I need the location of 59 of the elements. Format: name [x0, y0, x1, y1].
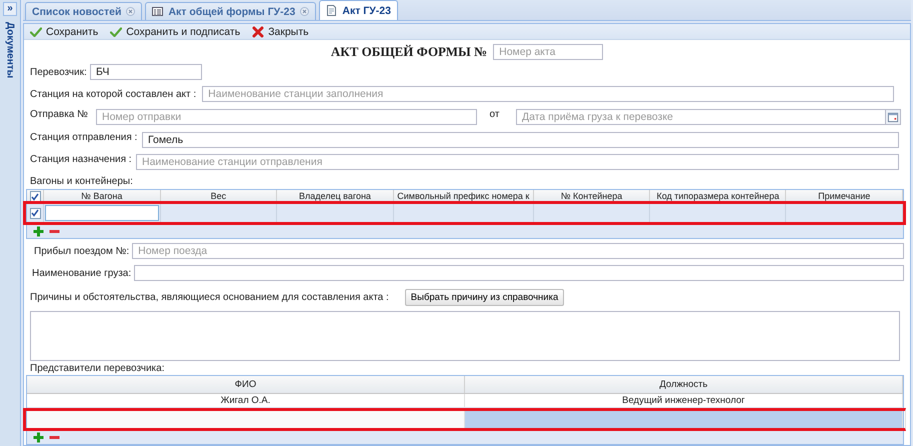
- tab[interactable]: Список новостей: [25, 2, 142, 20]
- table-row[interactable]: Жигал О.А. Ведущий инженер-технолог: [27, 394, 903, 407]
- input-field[interactable]: Наименование станции отправления: [136, 154, 899, 170]
- toolbar-button[interactable]: Закрыть: [250, 24, 311, 38]
- field-label: Станция отправления :: [30, 132, 138, 143]
- column-header[interactable]: Примечание: [786, 190, 903, 203]
- column-header[interactable]: № Вагона: [44, 190, 161, 203]
- close-icon: [252, 26, 264, 38]
- field-label: Отправка №: [30, 109, 89, 120]
- input-field[interactable]: Номер поезда: [132, 243, 904, 259]
- input-field[interactable]: Наименование станции заполнения: [202, 86, 894, 102]
- close-icon[interactable]: [300, 7, 310, 16]
- calendar-icon[interactable]: [886, 109, 901, 125]
- table-cell: Жигал О.А.: [220, 395, 270, 406]
- sidebar-title[interactable]: Документы: [4, 22, 16, 78]
- column-header[interactable]: Код типоразмера контейнера: [650, 190, 786, 203]
- field-label: Причины и обстоятельства, являющиеся основанием для составления акта :: [30, 292, 390, 303]
- tab-label: Список новостей: [32, 6, 122, 18]
- expand-button[interactable]: »: [3, 2, 17, 16]
- column-header[interactable]: Владелец вагона: [277, 190, 394, 203]
- toolbar-button[interactable]: Сохранить: [28, 24, 100, 38]
- tab-label: Акт ГУ-23: [342, 4, 391, 16]
- form-title: АКТ ОБЩЕЙ ФОРМЫ №: [330, 44, 488, 60]
- field-label: Прибыл поездом №:: [34, 246, 130, 256]
- column-header[interactable]: Должность: [465, 376, 903, 393]
- tab[interactable]: Акт общей формы ГУ-23: [145, 2, 316, 20]
- section-label: Представители перевозчика:: [30, 363, 166, 374]
- add-icon[interactable]: [33, 431, 44, 442]
- field-label: от: [488, 109, 500, 120]
- input-field[interactable]: БЧ: [90, 64, 202, 80]
- column-header[interactable]: Вес: [160, 190, 278, 203]
- input-field[interactable]: Номер акта: [493, 44, 604, 60]
- input-field[interactable]: Гомель: [142, 132, 899, 148]
- field-label: Перевозчик:: [30, 66, 88, 78]
- close-icon[interactable]: [126, 7, 136, 16]
- tab[interactable]: Акт ГУ-23: [319, 0, 398, 20]
- column-header[interactable]: № Контейнера: [534, 190, 650, 203]
- check-icon: [110, 26, 122, 36]
- checkbox[interactable]: [30, 208, 40, 218]
- check-icon: [30, 26, 42, 36]
- input-field[interactable]: Дата приёма груза к перевозке: [516, 109, 886, 125]
- section-label: Вагоны и контейнеры:: [30, 176, 134, 187]
- add-icon[interactable]: [33, 225, 44, 236]
- column-header[interactable]: Символьный префикс номера к: [394, 190, 534, 203]
- input-field[interactable]: [134, 265, 904, 281]
- input-field[interactable]: Номер отправки: [96, 109, 477, 125]
- cell-input[interactable]: [45, 205, 159, 221]
- checkbox[interactable]: [30, 191, 40, 202]
- toolbar-button[interactable]: Сохранить и подписать: [108, 24, 242, 38]
- field-label: Наименование груза:: [32, 268, 132, 278]
- list-icon: [152, 6, 164, 17]
- field-label: Станция назначения :: [30, 154, 133, 165]
- tab-label: Акт общей формы ГУ-23: [168, 6, 296, 18]
- table-cell: Ведущий инженер-технолог: [622, 395, 745, 406]
- document-icon: [326, 5, 338, 16]
- column-header[interactable]: ФИО: [27, 376, 465, 393]
- field-label: Станция на которой составлен акт :: [30, 88, 198, 100]
- reasons-field[interactable]: [30, 311, 900, 361]
- choose-reason-button[interactable]: Выбрать причину из справочника: [404, 289, 564, 306]
